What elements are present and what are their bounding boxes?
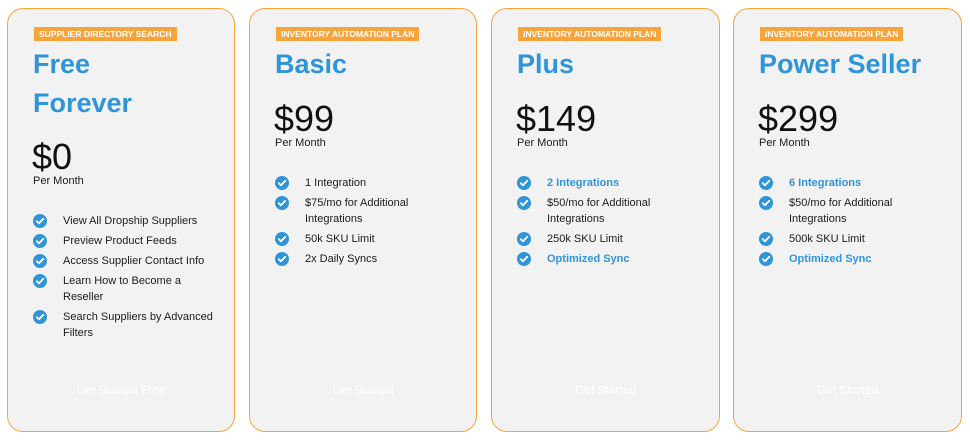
feature-item: 250k SKU Limit xyxy=(517,231,697,247)
feature-item: Access Supplier Contact Info xyxy=(33,253,213,269)
feature-list: View All Dropship Suppliers Preview Prod… xyxy=(33,213,213,345)
check-circle-icon xyxy=(759,196,773,210)
plan-price: $99 xyxy=(274,98,335,139)
check-circle-icon xyxy=(275,232,289,246)
plan-price: $299 xyxy=(758,98,839,139)
feature-text: 1 Integration xyxy=(305,177,367,189)
feature-text: Access Supplier Contact Info xyxy=(63,255,205,267)
plan-period: Per Month xyxy=(759,137,810,149)
feature-item: Search Suppliers by Advanced Filters xyxy=(33,309,213,341)
feature-item: 1 Integration xyxy=(275,175,455,191)
plan-card-plus: INVENTORY AUTOMATION PLAN Plus $149 Per … xyxy=(491,8,720,432)
plan-badge: INVENTORY AUTOMATION PLAN xyxy=(276,27,420,41)
get-started-button[interactable]: Get Started xyxy=(492,383,719,397)
check-circle-icon xyxy=(33,274,47,288)
plan-card-free: SUPPLIER DIRECTORY SEARCH Free Forever $… xyxy=(7,8,235,432)
plan-price: $0 xyxy=(32,136,73,177)
plan-name-line2: Forever xyxy=(33,88,133,118)
check-circle-icon xyxy=(33,310,47,324)
plan-card-power-seller: INVENTORY AUTOMATION PLAN Power Seller $… xyxy=(733,8,962,432)
feature-text: Preview Product Feeds xyxy=(63,235,177,247)
feature-text: Learn How to Become a Reseller xyxy=(63,275,182,303)
plan-name-line1: Free xyxy=(33,49,91,79)
feature-list: 6 Integrations $50/mo for Additional Int… xyxy=(759,175,939,271)
feature-item: 2x Daily Syncs xyxy=(275,251,455,267)
feature-text: 6 Integrations xyxy=(789,177,862,189)
plan-name: Plus xyxy=(517,49,575,79)
feature-text: View All Dropship Suppliers xyxy=(63,215,198,227)
plan-name: Free Forever xyxy=(33,45,132,123)
plan-badge: INVENTORY AUTOMATION PLAN xyxy=(518,27,662,41)
feature-item: 2 Integrations xyxy=(517,175,697,191)
feature-text: $75/mo for Additional Integrations xyxy=(305,197,409,225)
plan-badge: INVENTORY AUTOMATION PLAN xyxy=(760,27,904,41)
check-circle-icon xyxy=(759,232,773,246)
get-started-button[interactable]: Get Started xyxy=(734,383,961,397)
feature-text: Optimized Sync xyxy=(547,253,630,265)
plan-period: Per Month xyxy=(517,137,568,149)
feature-text: 500k SKU Limit xyxy=(789,233,865,245)
check-circle-icon xyxy=(275,196,289,210)
feature-text: $50/mo for Additional Integrations xyxy=(547,197,651,225)
plan-price: $149 xyxy=(516,98,597,139)
check-circle-icon xyxy=(33,214,47,228)
plan-period: Per Month xyxy=(275,137,326,149)
feature-text: Search Suppliers by Advanced Filters xyxy=(63,311,213,339)
feature-text: Optimized Sync xyxy=(789,253,872,265)
plan-name: Basic xyxy=(275,49,348,79)
feature-item: View All Dropship Suppliers xyxy=(33,213,213,229)
feature-list: 2 Integrations $50/mo for Additional Int… xyxy=(517,175,697,271)
plan-period: Per Month xyxy=(33,175,84,187)
get-started-free-button[interactable]: Get Started Free xyxy=(8,383,234,397)
feature-text: 2 Integrations xyxy=(547,177,620,189)
check-circle-icon xyxy=(33,234,47,248)
feature-item: $75/mo for Additional Integrations xyxy=(275,195,455,227)
feature-item: $50/mo for Additional Integrations xyxy=(759,195,939,227)
get-started-button[interactable]: Get Started xyxy=(250,383,476,397)
check-circle-icon xyxy=(275,252,289,266)
check-circle-icon xyxy=(517,252,531,266)
plan-name: Power Seller xyxy=(759,49,922,79)
check-circle-icon xyxy=(33,254,47,268)
check-circle-icon xyxy=(275,176,289,190)
feature-item: Optimized Sync xyxy=(517,251,697,267)
check-circle-icon xyxy=(759,252,773,266)
plan-badge: SUPPLIER DIRECTORY SEARCH xyxy=(34,27,177,41)
feature-text: 50k SKU Limit xyxy=(305,233,375,245)
feature-item: 500k SKU Limit xyxy=(759,231,939,247)
feature-item: 50k SKU Limit xyxy=(275,231,455,247)
feature-list: 1 Integration $75/mo for Additional Inte… xyxy=(275,175,455,271)
feature-text: 250k SKU Limit xyxy=(547,233,623,245)
check-circle-icon xyxy=(517,176,531,190)
check-circle-icon xyxy=(517,232,531,246)
feature-item: Optimized Sync xyxy=(759,251,939,267)
check-circle-icon xyxy=(517,196,531,210)
plan-card-basic: INVENTORY AUTOMATION PLAN Basic $99 Per … xyxy=(249,8,477,432)
check-circle-icon xyxy=(759,176,773,190)
feature-item: Preview Product Feeds xyxy=(33,233,213,249)
feature-item: Learn How to Become a Reseller xyxy=(33,273,213,305)
feature-text: 2x Daily Syncs xyxy=(305,253,378,265)
feature-item: 6 Integrations xyxy=(759,175,939,191)
feature-item: $50/mo for Additional Integrations xyxy=(517,195,697,227)
feature-text: $50/mo for Additional Integrations xyxy=(789,197,893,225)
